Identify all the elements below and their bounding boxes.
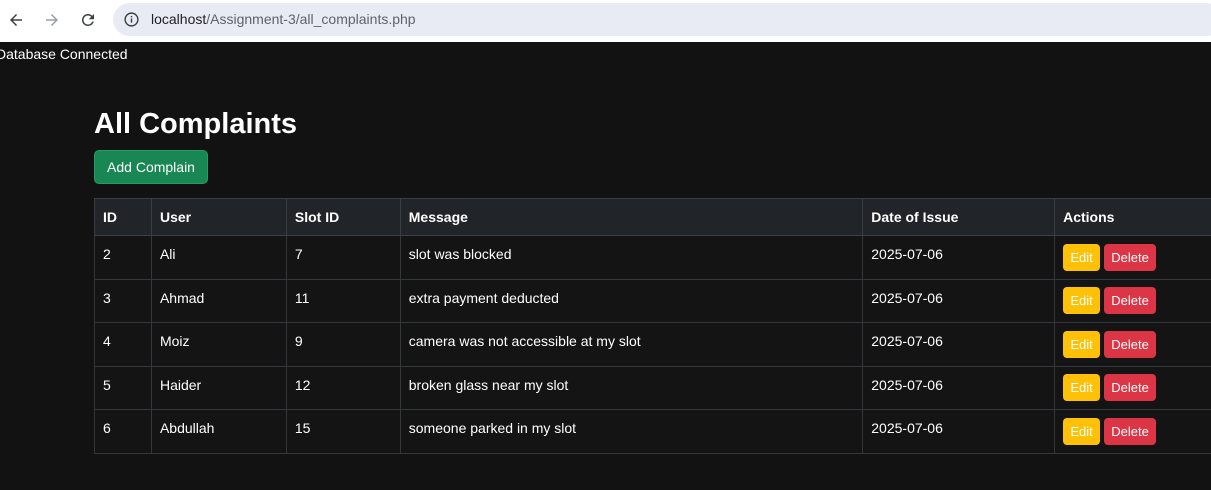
cell-slot-id: 11 [285, 278, 401, 323]
cell-message-text: someone parked in my slot [408, 420, 577, 437]
forward-button[interactable] [38, 6, 66, 34]
cell-user: Haider [150, 365, 287, 410]
url-path: /Assignment-3/all_complaints.php [206, 11, 416, 27]
cell-id: 3 [94, 278, 152, 323]
cell-id-text: 6 [103, 420, 111, 437]
cell-id: 6 [94, 409, 152, 454]
cell-user: Moiz [150, 322, 287, 367]
cell-date-text: 2025-07-06 [871, 376, 943, 393]
reload-icon [81, 13, 94, 26]
cell-id-text: 5 [103, 376, 111, 393]
cell-message: extra payment deducted [399, 278, 864, 323]
edit-button[interactable]: Edit [1063, 417, 1101, 445]
cell-date-text: 2025-07-06 [871, 333, 943, 350]
cell-slot-id-text: 11 [294, 289, 310, 306]
browser-toolbar: localhost/Assignment-3/all_complaints.ph… [0, 0, 1211, 42]
database-status-text: Database Connected [0, 46, 128, 62]
complaints-table: ID User Slot ID Message Date of Issue Ac… [94, 198, 1211, 454]
cell-message: broken glass near my slot [399, 365, 864, 410]
cell-date-text: 2025-07-06 [871, 420, 943, 437]
cell-date: 2025-07-06 [862, 365, 1056, 410]
cell-slot-id: 12 [285, 365, 401, 410]
table-row: 5 Haider 12 broken glass near my slot 20… [94, 365, 1211, 410]
cell-id: 5 [94, 365, 152, 410]
cell-message: someone parked in my slot [399, 409, 864, 454]
cell-actions: Edit Delete [1054, 278, 1211, 323]
header-id: ID [94, 198, 152, 236]
edit-button[interactable]: Edit [1063, 374, 1101, 402]
address-bar[interactable]: localhost/Assignment-3/all_complaints.ph… [113, 3, 1211, 36]
cell-id-text: 3 [103, 289, 111, 306]
cell-actions: Edit Delete [1054, 322, 1211, 367]
cell-id-text: 2 [103, 246, 111, 263]
cell-user-text: Moiz [159, 333, 190, 350]
cell-date: 2025-07-06 [862, 235, 1056, 280]
edit-button[interactable]: Edit [1063, 330, 1101, 358]
cell-id-text: 4 [103, 333, 111, 350]
cell-message: camera was not accessible at my slot [399, 322, 864, 367]
delete-button[interactable]: Delete [1104, 243, 1157, 271]
back-button[interactable] [2, 6, 30, 34]
delete-button[interactable]: Delete [1104, 330, 1157, 358]
reload-button[interactable] [74, 6, 102, 34]
cell-message-text: camera was not accessible at my slot [408, 333, 641, 350]
cell-date: 2025-07-06 [862, 322, 1056, 367]
url-host: localhost [151, 11, 207, 27]
table-row: 6 Abdullah 15 someone parked in my slot … [94, 409, 1211, 454]
cell-slot-id-text: 12 [294, 376, 311, 393]
edit-button[interactable]: Edit [1063, 243, 1101, 271]
cell-user: Ahmad [150, 278, 287, 323]
delete-button[interactable]: Delete [1104, 417, 1157, 445]
header-slot-id: Slot ID [285, 198, 401, 236]
back-arrow-icon [10, 14, 22, 26]
table-row: 3 Ahmad 11 extra payment deducted 2025-0… [94, 278, 1211, 323]
header-user: User [150, 198, 287, 236]
table-header-row: ID User Slot ID Message Date of Issue Ac… [94, 198, 1211, 236]
site-info-icon[interactable] [123, 11, 140, 28]
delete-button[interactable]: Delete [1104, 287, 1157, 315]
cell-user: Ali [150, 235, 287, 280]
header-actions: Actions [1054, 198, 1211, 236]
cell-slot-id-text: 9 [294, 333, 303, 350]
cell-user: Abdullah [150, 409, 287, 454]
add-complain-button[interactable]: Add Complain [94, 150, 208, 184]
cell-user-text: Abdullah [159, 420, 215, 437]
edit-button[interactable]: Edit [1063, 287, 1101, 315]
cell-slot-id-text: 15 [294, 420, 311, 437]
cell-actions: Edit Delete [1054, 365, 1211, 410]
cell-date: 2025-07-06 [862, 278, 1056, 323]
url-text: localhost/Assignment-3/all_complaints.ph… [151, 11, 416, 27]
cell-id: 4 [94, 322, 152, 367]
cell-actions: Edit Delete [1054, 409, 1211, 454]
cell-id: 2 [94, 235, 152, 280]
page-title: All Complaints [94, 108, 298, 140]
cell-slot-id: 9 [285, 322, 401, 367]
delete-button[interactable]: Delete [1104, 374, 1157, 402]
cell-message-text: extra payment deducted [408, 289, 559, 306]
cell-message-text: broken glass near my slot [408, 376, 569, 393]
cell-message-text: slot was blocked [408, 246, 512, 263]
table-row: 4 Moiz 9 camera was not accessible at my… [94, 322, 1211, 367]
table-row: 2 Ali 7 slot was blocked 2025-07-06 Edit… [94, 235, 1211, 280]
cell-slot-id: 7 [285, 235, 401, 280]
cell-date-text: 2025-07-06 [871, 289, 943, 306]
cell-user-text: Haider [159, 376, 202, 393]
forward-arrow-icon [46, 14, 58, 26]
cell-date-text: 2025-07-06 [871, 246, 943, 263]
cell-message: slot was blocked [399, 235, 864, 280]
cell-slot-id: 15 [285, 409, 401, 454]
cell-actions: Edit Delete [1054, 235, 1211, 280]
cell-date: 2025-07-06 [862, 409, 1056, 454]
cell-user-text: Ahmad [159, 289, 205, 306]
header-message: Message [399, 198, 864, 236]
header-date-of-issue: Date of Issue [862, 198, 1056, 236]
cell-slot-id-text: 7 [294, 246, 303, 263]
cell-user-text: Ali [159, 246, 176, 263]
